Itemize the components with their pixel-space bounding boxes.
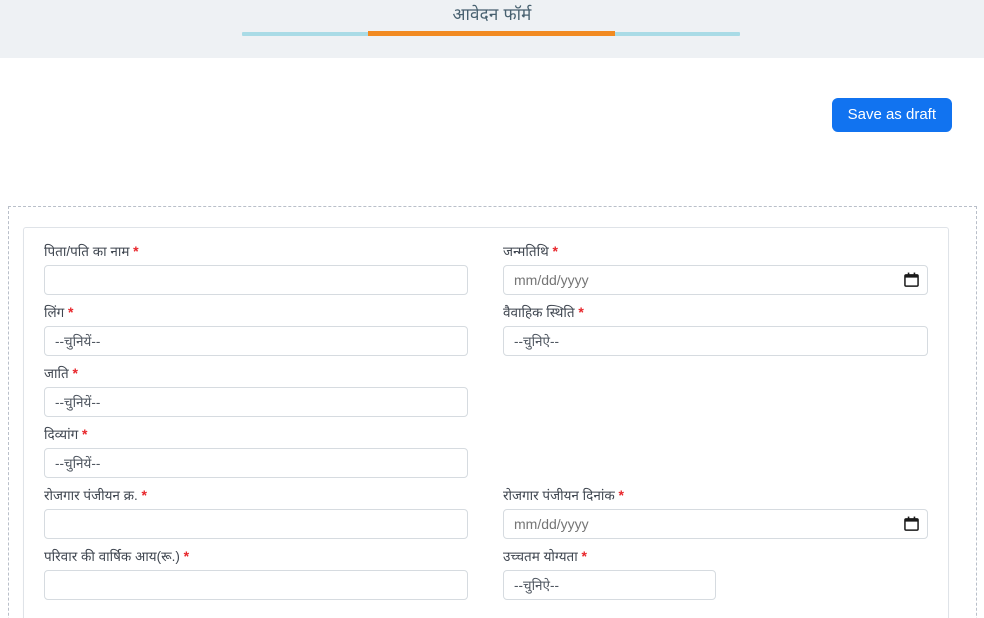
required-asterisk: * — [183, 548, 190, 564]
label-employment-reg-no: रोजगार पंजीयन क्र. * — [44, 487, 147, 503]
form-row: पिता/पति का नाम * जन्मतिथि * — [44, 242, 928, 303]
form-column-right: जन्मतिथि * — [486, 242, 928, 303]
form-row: रोजगार पंजीयन क्र. * रोजगार पंजीयन दिनां… — [44, 486, 928, 547]
required-asterisk: * — [618, 487, 624, 503]
field-family-annual-income: परिवार की वार्षिक आय(रू.) * — [44, 547, 468, 600]
required-asterisk: * — [552, 243, 558, 259]
form-column-right-empty — [486, 364, 928, 425]
form-row: लिंग * --चुनियें-- वैवाहिक स्थिति * --चु… — [44, 303, 928, 364]
employment-reg-date-wrapper — [503, 509, 928, 539]
highest-qualification-select-value: --चुनिऐ-- — [514, 578, 560, 593]
divyang-select-value: --चुनियें-- — [55, 456, 101, 471]
required-asterisk: * — [581, 548, 587, 564]
gender-select-value: --चुनियें-- — [55, 334, 101, 349]
highest-qualification-select[interactable]: --चुनिऐ-- — [503, 570, 716, 600]
field-marital-status: वैवाहिक स्थिति * --चुनिऐ-- — [503, 303, 928, 356]
form-dotted-container: पिता/पति का नाम * जन्मतिथि * mm/dd/yyyy … — [8, 206, 977, 618]
form-column-left: लिंग * --चुनियें-- — [44, 303, 486, 364]
form-row: परिवार की वार्षिक आय(रू.) * उच्चतम योग्य… — [44, 547, 928, 608]
field-employment-reg-date: रोजगार पंजीयन दिनांक * — [503, 486, 928, 539]
stepper-active-indicator — [368, 31, 615, 36]
field-divyang: दिव्यांग * --चुनियें-- — [44, 425, 468, 478]
required-asterisk: * — [68, 304, 74, 320]
label-gender: लिंग * — [44, 304, 74, 320]
form-column-left: परिवार की वार्षिक आय(रू.) * — [44, 547, 486, 608]
form-column-right-empty — [486, 425, 928, 486]
save-as-draft-button[interactable]: Save as draft — [831, 98, 952, 132]
layout-spacer — [503, 425, 928, 482]
divyang-select[interactable]: --चुनियें-- — [44, 448, 468, 478]
required-asterisk: * — [133, 243, 139, 259]
caste-select[interactable]: --चुनियें-- — [44, 387, 468, 417]
field-dob: जन्मतिथि * — [503, 242, 928, 295]
form-page: Save as draft पिता/पति का नाम * जन्मतिथि… — [0, 58, 984, 618]
father-husband-name-input[interactable] — [44, 265, 468, 295]
form-column-right: रोजगार पंजीयन दिनांक * — [486, 486, 928, 547]
form-column-left: रोजगार पंजीयन क्र. * — [44, 486, 486, 547]
label-employment-reg-date: रोजगार पंजीयन दिनांक * — [503, 487, 624, 503]
marital-status-select-value: --चुनिऐ-- — [514, 334, 560, 349]
gender-select[interactable]: --चुनियें-- — [44, 326, 468, 356]
label-marital-status: वैवाहिक स्थिति * — [503, 304, 584, 320]
form-column-left: पिता/पति का नाम * — [44, 242, 486, 303]
form-column-right: उच्चतम योग्यता * --चुनिऐ-- — [486, 547, 928, 608]
field-employment-reg-no: रोजगार पंजीयन क्र. * — [44, 486, 468, 539]
layout-spacer — [503, 364, 928, 421]
label-divyang: दिव्यांग * — [44, 426, 88, 442]
page-title: आवेदन फॉर्म — [452, 5, 532, 24]
required-asterisk: * — [141, 487, 147, 503]
required-asterisk: * — [81, 426, 88, 442]
dob-date-wrapper — [503, 265, 928, 295]
field-caste: जाति * --चुनियें-- — [44, 364, 468, 417]
form-column-left: जाति * --चुनियें-- — [44, 364, 486, 425]
form-row: जाति * --चुनियें-- — [44, 364, 928, 425]
form-toolbar: Save as draft — [831, 98, 952, 132]
employment-reg-no-input[interactable] — [44, 509, 468, 539]
form-column-left: दिव्यांग * --चुनियें-- — [44, 425, 486, 486]
family-annual-income-input[interactable] — [44, 570, 468, 600]
label-father-husband-name: पिता/पति का नाम * — [44, 243, 139, 259]
label-dob: जन्मतिथि * — [503, 243, 558, 259]
employment-reg-date-input[interactable] — [503, 509, 928, 539]
required-asterisk: * — [72, 365, 78, 381]
field-gender: लिंग * --चुनियें-- — [44, 303, 468, 356]
dob-input[interactable] — [503, 265, 928, 295]
label-highest-qualification: उच्चतम योग्यता * — [503, 548, 587, 564]
form-column-right: वैवाहिक स्थिति * --चुनिऐ-- — [486, 303, 928, 364]
personal-details-card: पिता/पति का नाम * जन्मतिथि * mm/dd/yyyy … — [23, 227, 949, 618]
field-father-husband-name: पिता/पति का नाम * — [44, 242, 468, 295]
caste-select-value: --चुनियें-- — [55, 395, 101, 410]
field-highest-qualification: उच्चतम योग्यता * --चुनिऐ-- — [503, 547, 928, 600]
stepper-header: आवेदन फॉर्म — [0, 0, 984, 58]
required-asterisk: * — [578, 304, 584, 320]
label-caste: जाति * — [44, 365, 78, 381]
form-row: दिव्यांग * --चुनियें-- — [44, 425, 928, 486]
label-family-annual-income: परिवार की वार्षिक आय(रू.) * — [44, 548, 190, 564]
marital-status-select[interactable]: --चुनिऐ-- — [503, 326, 928, 356]
